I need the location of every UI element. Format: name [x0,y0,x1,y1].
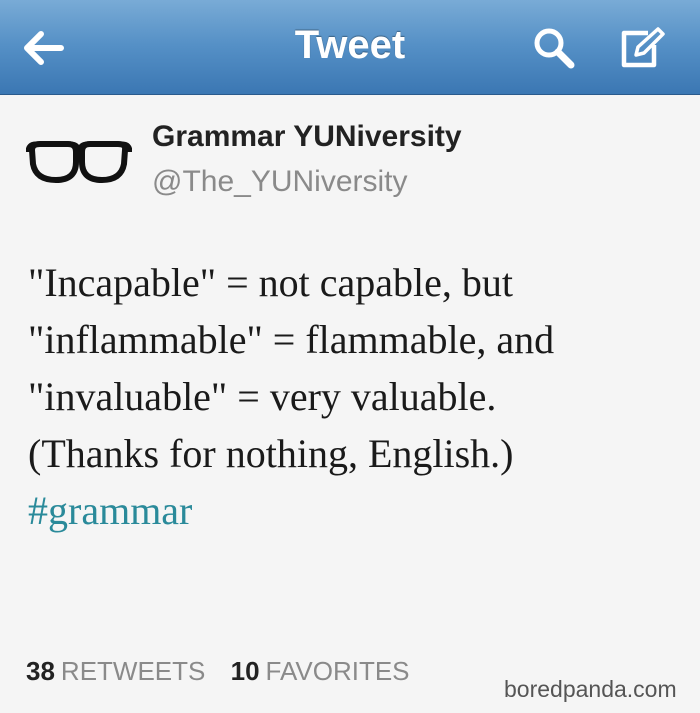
tweet-stats: 38 RETWEETS 10 FAVORITES [26,656,428,687]
retweets-label: RETWEETS [60,656,206,686]
compose-icon [621,27,665,68]
favorites-count: 10 [230,656,260,686]
retweets-count: 38 [26,656,55,686]
avatar[interactable] [25,138,133,188]
search-icon [534,28,575,69]
tweet-text: "Incapable" = not capable, but "inflamma… [28,254,688,539]
tweet-detail: Grammar YUNiversity @The_YUNiversity "In… [0,96,700,713]
tweet-text-line: "invaluable" = very valuable. [28,374,497,419]
retweets-stat[interactable]: 38 RETWEETS [26,656,205,687]
tweet-text-line: (Thanks for nothing, English.) [28,431,514,476]
page-title: Tweet [294,23,406,67]
tweet-text-line: "inflammable" = flammable, and [28,317,555,362]
tweet-text-line: "Incapable" = not capable, but [28,260,514,305]
search-button[interactable] [524,18,584,78]
author-display-name[interactable]: Grammar YUNiversity [152,120,462,154]
favorites-label: FAVORITES [265,656,410,686]
hashtag-link[interactable]: #grammar [28,482,688,539]
watermark: boredpanda.com [504,676,677,702]
favorites-stat[interactable]: 10 FAVORITES [231,656,410,687]
compose-button[interactable] [612,18,672,78]
glasses-icon [25,141,133,184]
arrow-left-icon [24,31,64,65]
navigation-bar: Tweet [0,0,700,95]
back-button[interactable] [12,18,72,78]
author-handle[interactable]: @The_YUNiversity [152,165,408,199]
